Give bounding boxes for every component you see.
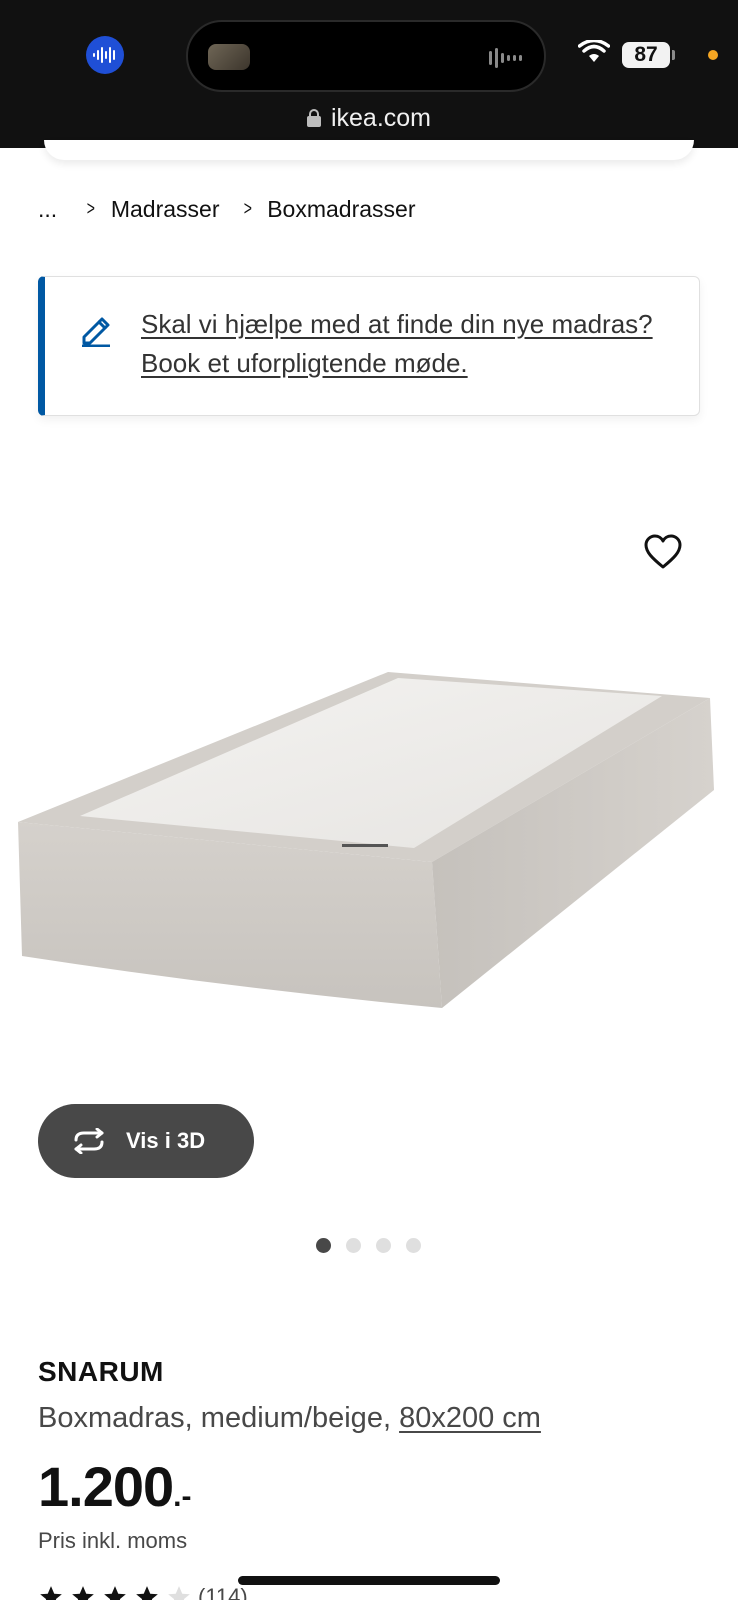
view-in-3d-label: Vis i 3D — [126, 1128, 206, 1153]
image-carousel-dots — [316, 1238, 421, 1253]
browser-top-bar: 87 ikea.com — [0, 0, 738, 148]
battery-level: 87 — [634, 43, 658, 66]
address-bar[interactable]: ikea.com — [0, 98, 738, 138]
mattress-help-banner: Skal vi hjælpe med at finde din nye madr… — [38, 276, 700, 416]
pencil-icon — [82, 317, 110, 347]
star-filled-icon — [104, 1586, 126, 1600]
carousel-dot[interactable] — [316, 1238, 331, 1253]
product-name: SNARUM — [38, 1356, 164, 1387]
star-empty-icon — [168, 1586, 190, 1600]
price-vat-note: Pris inkl. moms — [38, 1528, 188, 1553]
carousel-dot[interactable] — [406, 1238, 421, 1253]
carousel-dot[interactable] — [346, 1238, 361, 1253]
star-filled-icon — [40, 1586, 62, 1600]
site-header-edge — [44, 140, 694, 160]
lock-icon — [306, 109, 321, 127]
battery-indicator: 87 — [622, 42, 675, 68]
breadcrumb-item-madrasser[interactable]: Madrasser — [111, 196, 220, 223]
media-thumbnail — [208, 44, 250, 70]
price-suffix: .- — [173, 1480, 192, 1513]
product-price: 1.200.- — [38, 1454, 191, 1519]
heart-icon[interactable] — [644, 534, 682, 570]
product-image-boxmadras[interactable] — [10, 668, 730, 1028]
breadcrumb: ... > Madrasser > Boxmadrasser — [38, 196, 415, 223]
breadcrumb-item-boxmadrasser[interactable]: Boxmadrasser — [267, 196, 415, 223]
rating-count: (114) — [198, 1584, 248, 1600]
size-link[interactable]: 80x200 cm — [399, 1402, 541, 1434]
wifi-icon — [578, 40, 610, 62]
dynamic-island[interactable] — [186, 20, 546, 92]
home-indicator[interactable] — [238, 1576, 500, 1585]
url-text: ikea.com — [330, 103, 432, 132]
rotate-3d-icon — [74, 1128, 104, 1154]
audio-waveform-icon — [489, 48, 522, 68]
star-filled-icon — [136, 1586, 158, 1600]
chevron-right-icon: > — [86, 198, 96, 220]
book-meeting-link[interactable]: Skal vi hjælpe med at finde din nye madr… — [141, 305, 691, 383]
view-in-3d-button[interactable]: Vis i 3D — [38, 1104, 254, 1178]
carousel-dot[interactable] — [376, 1238, 391, 1253]
star-filled-icon — [72, 1586, 94, 1600]
breadcrumb-ellipsis[interactable]: ... — [38, 196, 57, 223]
privacy-dot-icon — [708, 50, 718, 60]
product-description: Boxmadras, medium/beige, 80x200 cm — [38, 1402, 541, 1435]
price-value: 1.200 — [38, 1455, 174, 1518]
product-type: Boxmadras, medium/beige, — [38, 1402, 400, 1434]
product-rating[interactable]: (114) — [38, 1584, 248, 1600]
audio-recording-icon[interactable] — [86, 36, 124, 74]
chevron-right-icon: > — [243, 198, 252, 220]
